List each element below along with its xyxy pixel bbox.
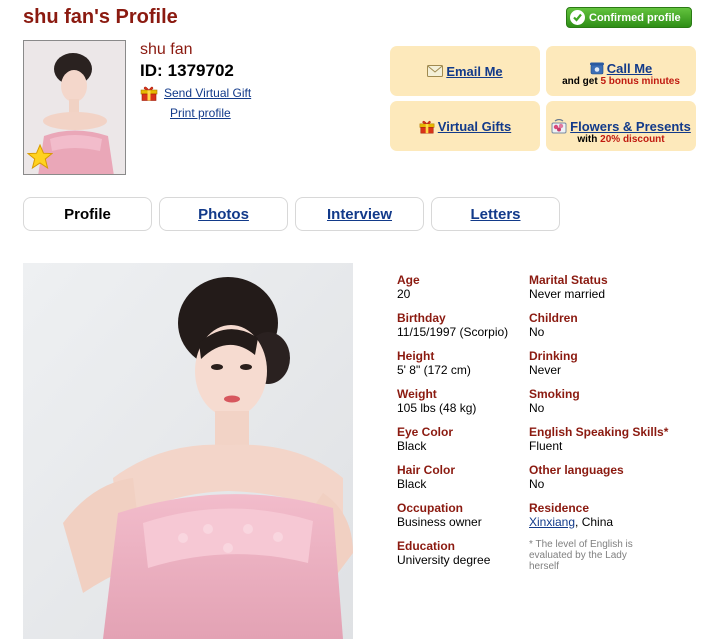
field-value: Never: [529, 363, 562, 377]
profile-thumbnail[interactable]: [23, 40, 126, 175]
field-label: Eye Color: [397, 425, 454, 439]
flowers-icon: [551, 119, 567, 134]
field-smoking: Smoking No: [529, 387, 580, 415]
phone-icon: [589, 62, 604, 75]
field-label: Age: [397, 273, 420, 287]
field-label: Drinking: [529, 349, 578, 363]
checkmark-icon: [570, 10, 585, 25]
field-value: 11/15/1997 (Scorpio): [397, 325, 509, 339]
field-label: Hair Color: [397, 463, 456, 477]
field-label: Birthday: [397, 311, 446, 325]
flowers-presents-link[interactable]: Flowers & Presents: [570, 119, 691, 134]
field-value: 20: [397, 287, 411, 301]
call-me-subtext: and get 5 bonus minutes: [562, 76, 680, 87]
field-value: Never married: [529, 287, 606, 301]
page-title: shu fan's Profile: [23, 6, 178, 28]
profile-id-label: ID:: [140, 61, 163, 80]
field-value: 5' 8" (172 cm): [397, 363, 471, 377]
english-level-footnote: * The level of English is evaluated by t…: [529, 539, 633, 572]
field-value: No: [529, 477, 545, 491]
field-children: Children No: [529, 311, 578, 339]
virtual-gifts-link[interactable]: Virtual Gifts: [438, 119, 511, 134]
print-profile-link[interactable]: Print profile: [170, 106, 231, 120]
tab-profile-label: Profile: [64, 205, 111, 223]
email-me-button[interactable]: Email Me: [390, 46, 540, 96]
tab-letters-link[interactable]: Letters: [470, 206, 520, 223]
field-value: No: [529, 325, 545, 339]
field-label: Other languages: [529, 463, 624, 477]
tab-interview[interactable]: Interview: [295, 197, 424, 231]
field-value: No: [529, 401, 545, 415]
gift-icon: [140, 86, 158, 101]
field-drinking: Drinking Never: [529, 349, 578, 377]
field-eye-color: Eye Color Black: [397, 425, 453, 453]
confirmed-badge-label: Confirmed profile: [589, 11, 681, 24]
field-label: Residence: [529, 501, 590, 515]
field-label: Weight: [397, 387, 437, 401]
gift-icon: [419, 120, 435, 133]
flowers-presents-button[interactable]: Flowers & Presents with 20% discount: [546, 101, 696, 151]
field-occupation: Occupation Business owner: [397, 501, 482, 529]
field-value: 105 lbs (48 kg): [397, 401, 477, 415]
flowers-subtext: with 20% discount: [577, 134, 665, 145]
profile-name: shu fan: [140, 41, 193, 58]
tab-interview-link[interactable]: Interview: [327, 206, 392, 223]
send-virtual-gift[interactable]: Send Virtual Gift: [140, 85, 251, 101]
field-label: Smoking: [529, 387, 580, 401]
field-label: English Speaking Skills*: [529, 425, 669, 439]
field-hair-color: Hair Color Black: [397, 463, 455, 491]
main-profile-photo[interactable]: [23, 263, 353, 639]
field-weight: Weight 105 lbs (48 kg): [397, 387, 476, 415]
field-label: Height: [397, 349, 435, 363]
field-value: University degree: [397, 553, 491, 567]
envelope-icon: [427, 65, 444, 77]
print-profile[interactable]: Print profile: [170, 106, 231, 120]
star-icon: [27, 144, 53, 170]
call-me-button[interactable]: Call Me and get 5 bonus minutes: [546, 46, 696, 96]
field-value: Fluent: [529, 439, 563, 453]
tab-photos-link[interactable]: Photos: [198, 206, 249, 223]
field-value: Business owner: [397, 515, 482, 529]
field-value: Xinxiang, China: [529, 515, 613, 529]
virtual-gifts-button[interactable]: Virtual Gifts: [390, 101, 540, 151]
profile-photo: [23, 263, 353, 639]
confirmed-profile-badge: Confirmed profile: [566, 7, 692, 28]
residence-city-link[interactable]: Xinxiang: [529, 515, 575, 529]
field-birthday: Birthday 11/15/1997 (Scorpio): [397, 311, 508, 339]
field-other-languages: Other languages No: [529, 463, 624, 491]
field-education: Education University degree: [397, 539, 490, 567]
field-residence: Residence Xinxiang, China: [529, 501, 613, 529]
field-label: Education: [397, 539, 456, 553]
residence-country: , China: [575, 515, 614, 529]
field-marital-status: Marital Status Never married: [529, 273, 608, 301]
email-me-link[interactable]: Email Me: [446, 64, 502, 79]
field-height: Height 5' 8" (172 cm): [397, 349, 471, 377]
tab-letters[interactable]: Letters: [431, 197, 560, 231]
field-label: Occupation: [397, 501, 464, 515]
profile-id-value: 1379702: [167, 61, 234, 80]
tab-profile[interactable]: Profile: [23, 197, 152, 231]
field-value: Black: [397, 477, 427, 491]
call-me-link[interactable]: Call Me: [607, 61, 653, 76]
field-age: Age 20: [397, 273, 420, 301]
send-virtual-gift-link[interactable]: Send Virtual Gift: [164, 86, 251, 100]
tab-photos[interactable]: Photos: [159, 197, 288, 231]
field-label: Marital Status: [529, 273, 608, 287]
field-label: Children: [529, 311, 578, 325]
field-english-skills: English Speaking Skills* Fluent: [529, 425, 668, 453]
profile-id: ID: 1379702: [140, 61, 234, 81]
field-value: Black: [397, 439, 427, 453]
